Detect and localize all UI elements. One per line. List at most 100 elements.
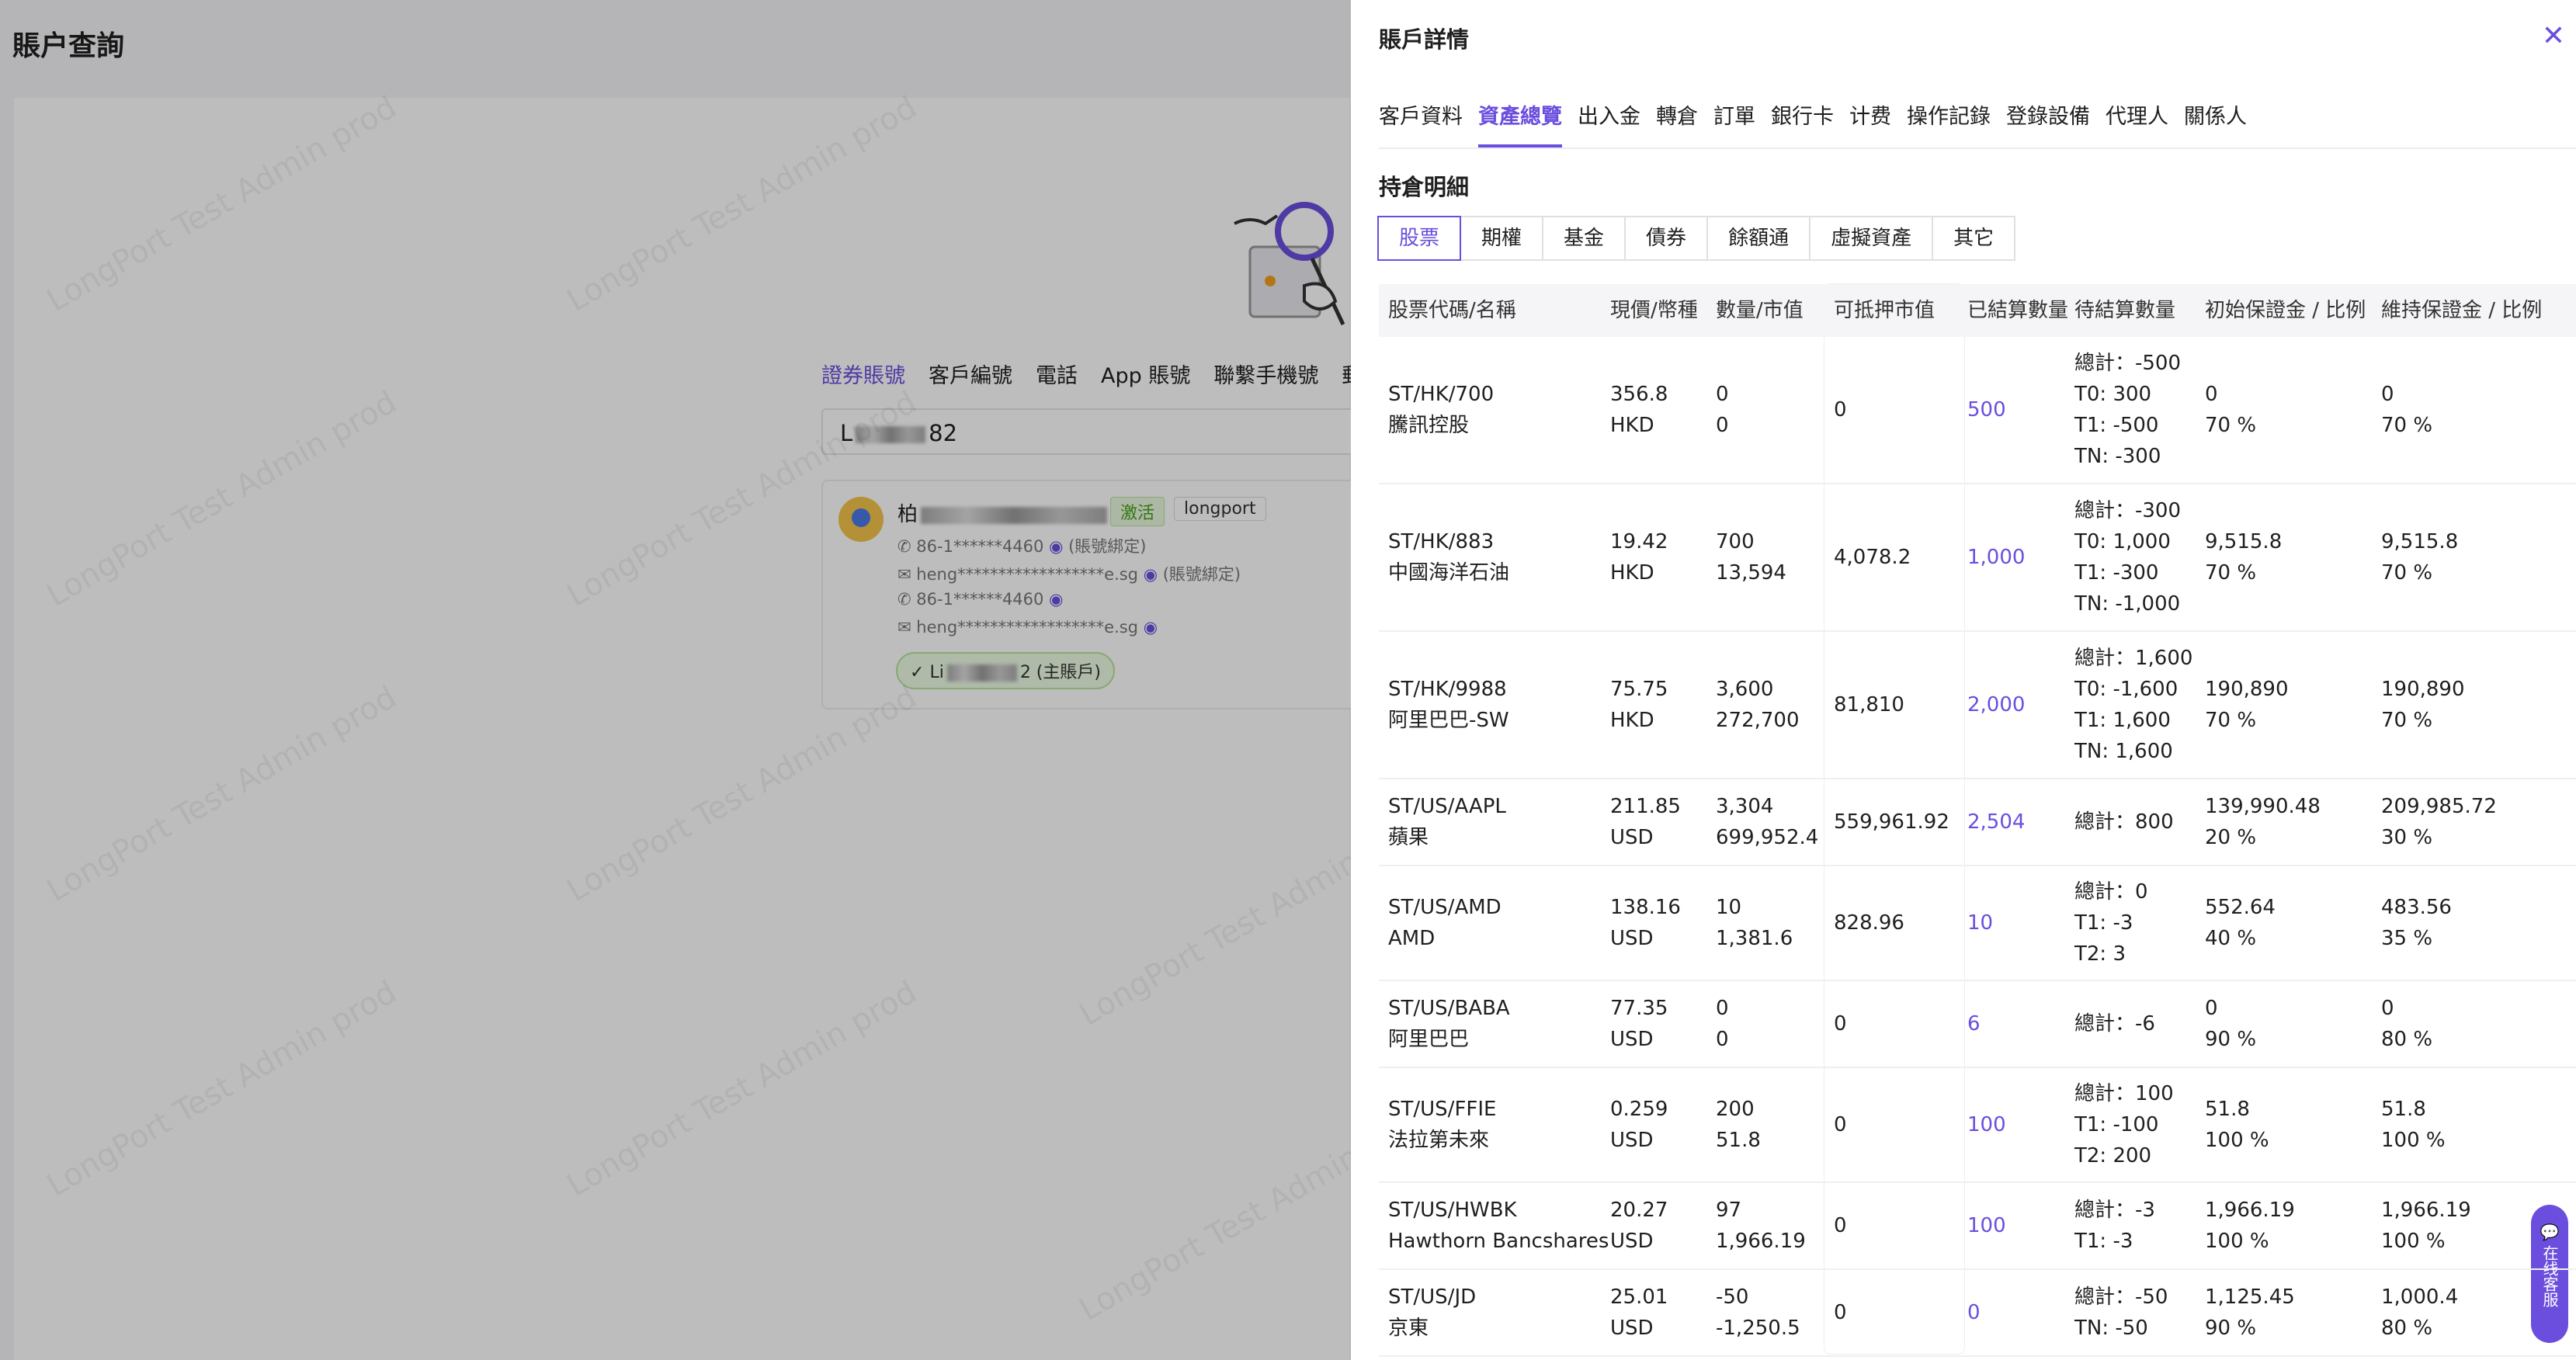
price-currency: 211.85 USD <box>1610 779 1681 865</box>
initial-margin-line: 90 % <box>2205 1317 2257 1340</box>
qty-market-value-line: 1,966.19 <box>1716 1230 1806 1253</box>
qty-market-value-line: 0 <box>1716 1028 1729 1051</box>
tab-deposit-withdraw[interactable]: 出入金 <box>1578 99 1640 147</box>
maintenance-margin-line: 0 <box>2381 383 2394 406</box>
settled-qty-link-line[interactable]: 10 <box>1967 907 1993 938</box>
stock-code-name-line: 阿里巴巴-SW <box>1388 709 1509 732</box>
tab-orders[interactable]: 訂單 <box>1713 99 1755 147</box>
collateral-value: 81,810 <box>1834 632 1904 778</box>
initial-margin-line: 100 % <box>2205 1129 2269 1152</box>
maintenance-margin-line: 80 % <box>2381 1317 2433 1340</box>
initial-margin-line: 90 % <box>2205 1028 2257 1051</box>
price-currency-line: USD <box>1610 1317 1654 1340</box>
settled-qty-link-line[interactable]: 500 <box>1967 394 2006 425</box>
stock-code-name: ST/US/AMD AMD <box>1388 866 1502 980</box>
collateral-value-line: 559,961.92 <box>1834 810 1949 834</box>
table-row: ST/HK/700 騰訊控股 356.8 HKD 0 0 0 500 總計：-500 T0: 30… <box>1379 337 2576 484</box>
initial-margin-line: 1,125.45 <box>2205 1285 2295 1309</box>
settled-qty-link-line[interactable]: 2,000 <box>1967 689 2025 720</box>
collateral-value: 559,961.92 <box>1834 779 1949 865</box>
collateral-value-line: 4,078.2 <box>1834 546 1911 569</box>
settled-qty-link-line[interactable]: 0 <box>1967 1297 1981 1328</box>
asset-type-bond[interactable]: 債券 <box>1624 216 1709 261</box>
pending-qty-line: 總計：-500 <box>2074 352 2182 375</box>
tab-login-devices[interactable]: 登錄設備 <box>2006 99 2090 147</box>
settled-qty-link-line[interactable]: 6 <box>1967 1008 1981 1039</box>
asset-type-virtual[interactable]: 虛擬資產 <box>1809 216 1934 261</box>
drawer-title: 賬戶詳情 <box>1379 26 1470 53</box>
stock-code-name: ST/HK/883 中國海洋石油 <box>1388 484 1509 630</box>
settled-qty-link: 6 <box>1967 981 1981 1067</box>
tab-transfer[interactable]: 轉倉 <box>1656 99 1698 147</box>
price-currency-line: HKD <box>1610 709 1654 732</box>
settled-qty-link-line[interactable]: 2,504 <box>1967 807 2025 838</box>
collateral-value: 0 <box>1834 1068 1847 1181</box>
stock-code-name-line: 蘋果 <box>1388 826 1429 849</box>
stock-code-name: ST/US/FFIE 法拉第未來 <box>1388 1068 1496 1181</box>
collateral-value: 0 <box>1834 1270 1847 1355</box>
tab-client-info[interactable]: 客戶資料 <box>1379 99 1463 147</box>
col-header: 可抵押市值 <box>1834 299 1935 322</box>
col-header: 待結算數量 <box>2074 299 2176 322</box>
initial-margin: 190,890 70 % <box>2205 632 2289 778</box>
stock-code-name-line: ST/US/FFIE <box>1388 1098 1497 1121</box>
section-title: 持倉明細 <box>1379 174 1470 200</box>
pending-qty: 總計：800 <box>2074 779 2174 865</box>
asset-type-option[interactable]: 期權 <box>1460 216 1544 261</box>
modal-overlay[interactable] <box>0 0 1351 1360</box>
price-currency-line: USD <box>1610 1129 1654 1152</box>
settled-qty-link: 100 <box>1967 1183 2006 1268</box>
pending-qty-line: T2: 3 <box>2074 942 2126 966</box>
stock-code-name-line: ST/US/HWBK <box>1388 1199 1517 1222</box>
settled-qty-link-line[interactable]: 100 <box>1967 1109 2006 1140</box>
price-currency: 25.01 USD <box>1610 1270 1668 1355</box>
settled-qty-link-line[interactable]: 100 <box>1967 1210 2006 1241</box>
tab-bank-card[interactable]: 銀行卡 <box>1771 99 1834 147</box>
qty-market-value: 200 51.8 <box>1716 1068 1761 1181</box>
settled-qty-link-line[interactable]: 1,000 <box>1967 542 2025 573</box>
tab-asset-overview[interactable]: 資產總覽 <box>1478 99 1562 147</box>
qty-market-value: 3,600 272,700 <box>1716 632 1800 778</box>
qty-market-value-line: 699,952.4 <box>1716 826 1819 849</box>
initial-margin-line: 51.8 <box>2205 1098 2250 1121</box>
pending-qty-line: TN: -1,000 <box>2074 592 2181 616</box>
tab-billing[interactable]: 计费 <box>1849 99 1891 147</box>
pending-qty: 總計：-6 <box>2074 981 2155 1067</box>
maintenance-margin-line: 1,000.4 <box>2381 1285 2459 1309</box>
table-row: ST/US/FFIE 法拉第未來 0.259 USD 200 51.8 0 100 總計：100… <box>1379 1068 2576 1183</box>
collateral-value-line: 0 <box>1834 398 1847 422</box>
col-header: 股票代碼/名稱 <box>1388 299 1516 322</box>
qty-market-value-line: 3,304 <box>1716 795 1774 818</box>
collateral-value: 4,078.2 <box>1834 484 1911 630</box>
qty-market-value-line: -50 <box>1716 1285 1749 1309</box>
stock-code-name: ST/US/BABA 阿里巴巴 <box>1388 981 1510 1067</box>
qty-market-value: 00 <box>1716 981 1729 1067</box>
price-currency: 20.27 USD <box>1610 1183 1668 1268</box>
price-currency-line: 77.35 <box>1610 997 1668 1020</box>
price-currency-line: HKD <box>1610 561 1654 585</box>
pending-qty-line: T1: 1,600 <box>2074 709 2171 732</box>
tab-agent[interactable]: 代理人 <box>2106 99 2168 147</box>
holdings-table: 股票代碼/名稱 現價/幣種 數量/市值 可抵押市值 已結算數量 待結算數量 初始… <box>1379 284 2576 1357</box>
asset-type-other[interactable]: 其它 <box>1932 216 2016 261</box>
price-currency-line: 75.75 <box>1610 678 1668 701</box>
asset-type-fund[interactable]: 基金 <box>1542 216 1626 261</box>
settled-qty-link: 500 <box>1967 337 2006 483</box>
qty-market-value-line: 3,600 <box>1716 678 1774 701</box>
collateral-value-line: 0 <box>1834 1301 1847 1324</box>
qty-market-value-line: 1,381.6 <box>1716 927 1793 950</box>
tab-related-party[interactable]: 關係人 <box>2184 99 2247 147</box>
pending-qty-line: T1: -500 <box>2074 414 2159 437</box>
asset-type-stock[interactable]: 股票 <box>1377 216 1462 261</box>
initial-margin-line: 70 % <box>2205 561 2257 585</box>
qty-market-value-line: 0 <box>1716 997 1729 1020</box>
maintenance-margin: 0 70 % <box>2381 337 2432 483</box>
qty-market-value-line: 0 <box>1716 383 1729 406</box>
tab-operation-log[interactable]: 操作記錄 <box>1907 99 1991 147</box>
col-header: 現價/幣種 <box>1610 299 1698 322</box>
collateral-value-line: 0 <box>1834 1214 1847 1237</box>
asset-type-balance[interactable]: 餘額通 <box>1706 216 1811 261</box>
close-icon[interactable]: ✕ <box>2542 20 2565 52</box>
qty-market-value-line: 10 <box>1716 896 1742 919</box>
initial-margin-line: 552.64 <box>2205 896 2276 919</box>
